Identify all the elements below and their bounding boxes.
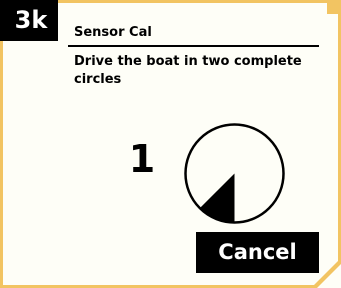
step-badge: 3k (0, 0, 58, 41)
frame-corner-top-right (327, 0, 341, 14)
instruction-text: Drive the boat in two complete circles (74, 54, 302, 87)
circle-counter: 1 (128, 137, 156, 181)
title-divider (68, 45, 319, 47)
circle-progress-dial (184, 123, 285, 224)
page-title: Sensor Cal (74, 25, 152, 40)
cancel-button[interactable]: Cancel (196, 232, 319, 273)
